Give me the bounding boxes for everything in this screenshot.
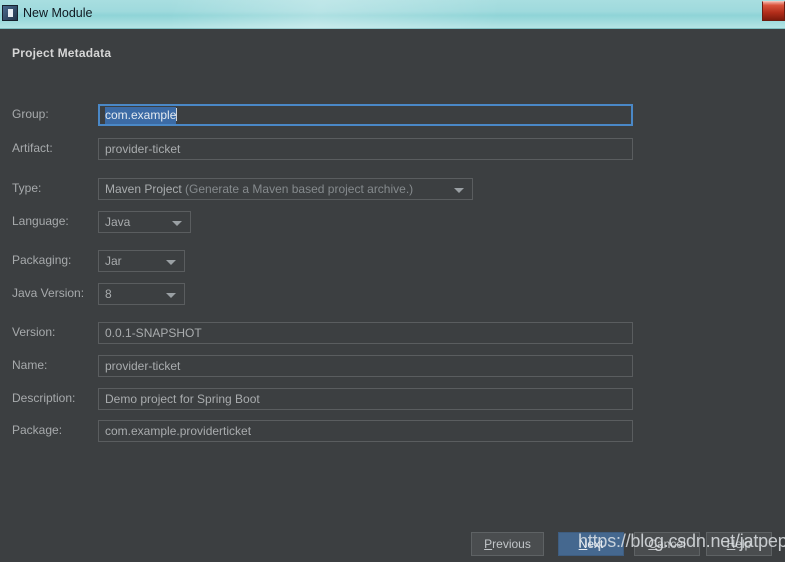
label-artifact: Artifact: [12, 141, 53, 155]
label-language: Language: [12, 214, 69, 228]
artifact-input[interactable]: provider-ticket [98, 138, 633, 160]
next-button-label: ext [587, 537, 604, 551]
dialog-body: Project Metadata Group: com.example Arti… [0, 29, 785, 562]
chevron-down-icon [166, 293, 176, 298]
version-input[interactable]: 0.0.1-SNAPSHOT [98, 322, 633, 344]
packaging-dropdown[interactable]: Jar [98, 250, 185, 272]
page-title: Project Metadata [12, 46, 112, 60]
chevron-down-icon [172, 221, 182, 226]
language-dropdown-value: Java [105, 215, 131, 229]
window-titlebar: New Module [0, 0, 785, 29]
label-name: Name: [12, 358, 48, 372]
next-button[interactable]: Next [558, 532, 624, 556]
titlebar-sheen [170, 0, 500, 29]
help-button[interactable]: Help [706, 532, 772, 556]
help-button-label: elp [735, 537, 752, 551]
chevron-down-icon [454, 188, 464, 193]
java-version-dropdown[interactable]: 8 [98, 283, 185, 305]
type-dropdown[interactable]: Maven Project (Generate a Maven based pr… [98, 178, 473, 200]
packaging-dropdown-value: Jar [105, 254, 122, 268]
java-version-dropdown-value: 8 [105, 287, 112, 301]
group-input[interactable]: com.example [98, 104, 633, 126]
chevron-down-icon [166, 260, 176, 265]
cancel-button-label: ancel [656, 537, 686, 551]
previous-button-mnemonic: P [484, 537, 493, 551]
cancel-button[interactable]: Cancel [634, 532, 700, 556]
group-input-value: com.example [105, 107, 177, 124]
type-dropdown-value: Maven Project [105, 182, 182, 196]
name-input[interactable]: provider-ticket [98, 355, 633, 377]
previous-button-label: revious [492, 537, 531, 551]
window-title: New Module [23, 6, 93, 20]
label-description: Description: [12, 391, 76, 405]
label-type: Type: [12, 181, 42, 195]
idea-app-icon [2, 5, 18, 21]
label-version: Version: [12, 325, 56, 339]
label-java-version: Java Version: [12, 286, 85, 300]
type-dropdown-hint: (Generate a Maven based project archive.… [181, 182, 414, 196]
previous-button[interactable]: Previous [471, 532, 544, 556]
description-input[interactable]: Demo project for Spring Boot [98, 388, 633, 410]
language-dropdown[interactable]: Java [98, 211, 191, 233]
label-packaging: Packaging: [12, 253, 72, 267]
cancel-button-mnemonic: C [648, 537, 657, 551]
text-caret [176, 108, 178, 121]
label-group: Group: [12, 107, 49, 121]
label-package: Package: [12, 423, 63, 437]
package-input[interactable]: com.example.providerticket [98, 420, 633, 442]
close-icon[interactable] [762, 1, 785, 21]
